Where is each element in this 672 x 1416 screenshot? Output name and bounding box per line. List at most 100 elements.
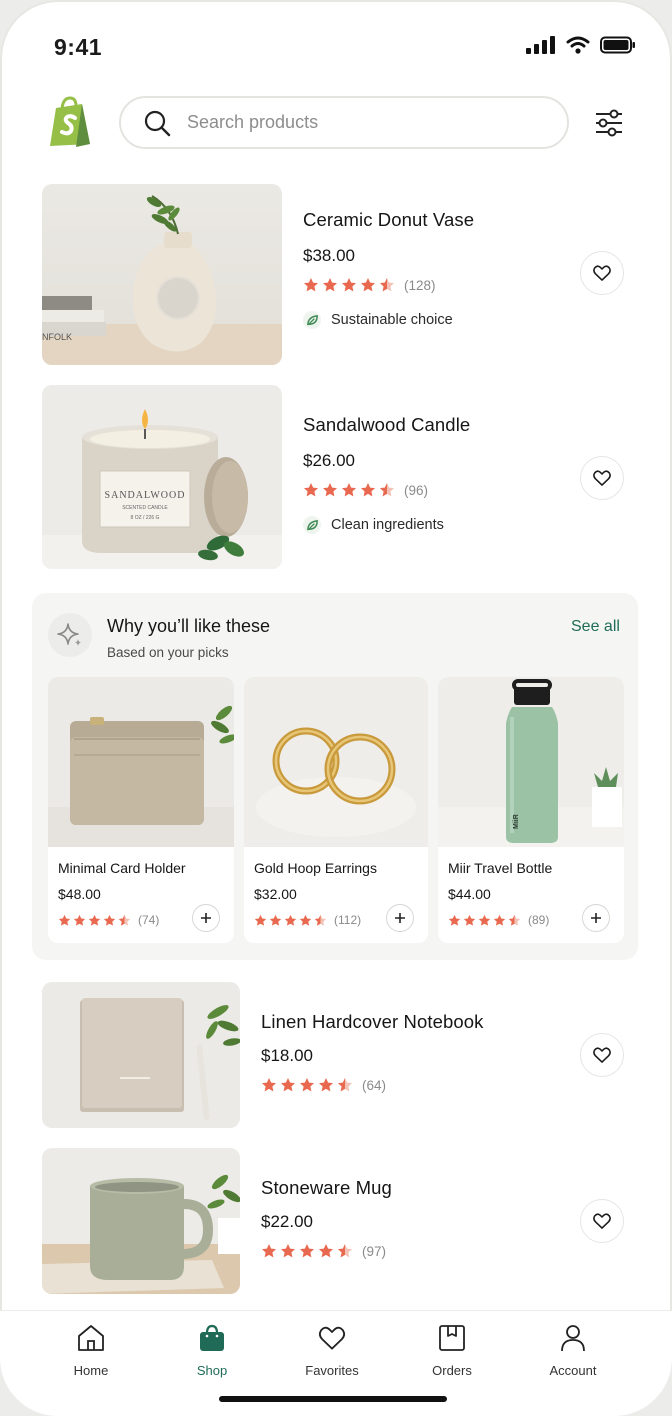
product-price: $22.00 [261, 1212, 313, 1231]
star-icon [262, 1078, 276, 1092]
star-icon [281, 1078, 295, 1092]
candle-label-title: SANDALWOOD [105, 490, 186, 501]
rating-count: (128) [404, 277, 436, 293]
recommendation-card[interactable]: MiiR Miir Travel Bottle $44.00 (89) [438, 677, 624, 943]
candle-label-size: 8 OZ / 226 G [131, 515, 160, 521]
nav-shop[interactable]: Shop [162, 1323, 262, 1378]
star-icon [319, 1244, 333, 1258]
star-icon [323, 278, 337, 292]
search-placeholder: Search products [187, 112, 319, 132]
store-logo-icon[interactable] [46, 94, 94, 148]
product-image-mug[interactable] [42, 1148, 240, 1294]
nav-label: Home [73, 1363, 109, 1378]
heart-icon [318, 1326, 346, 1350]
add-to-cart-button[interactable] [386, 904, 414, 932]
nav-label: Orders [432, 1363, 472, 1378]
star-icon [493, 914, 506, 926]
star-icon [284, 914, 297, 926]
nav-home[interactable]: Home [41, 1323, 141, 1378]
star-icon [269, 914, 282, 926]
sparkle-icon [48, 613, 92, 657]
recommendation-card[interactable]: Gold Hoop Earrings $32.00 (112) [244, 677, 428, 943]
half-star-icon [338, 1244, 352, 1258]
product-price: $26.00 [303, 451, 355, 470]
search-input[interactable]: Search products [119, 96, 569, 149]
box-icon [439, 1325, 465, 1351]
nav-label: Favorites [305, 1363, 359, 1378]
favorite-button[interactable] [580, 1033, 624, 1077]
leaf-icon [303, 311, 321, 329]
favorite-button[interactable] [580, 456, 624, 500]
product-price: $38.00 [303, 246, 355, 265]
nav-label: Shop [196, 1363, 228, 1378]
product-name[interactable]: Sandalwood Candle [303, 414, 470, 436]
rating-count: (64) [362, 1077, 387, 1093]
star-icon [254, 914, 267, 926]
rating-stars: (89) [448, 913, 549, 927]
phone-screen: 9:41 Search products NFOLK Ceramic Donut… [0, 0, 672, 1416]
signal-icon [526, 36, 555, 54]
product-price: $18.00 [261, 1046, 313, 1065]
rating-stars: (74) [58, 913, 159, 927]
recommendation-card[interactable]: Minimal Card Holder $48.00 (74) [48, 677, 234, 943]
star-icon [304, 483, 318, 497]
leaf-icon [303, 516, 321, 534]
star-icon [342, 278, 356, 292]
nav-orders[interactable]: Orders [402, 1323, 502, 1378]
rating-count: (74) [138, 913, 160, 927]
product-image-notebook[interactable] [42, 982, 240, 1128]
rating-count: (96) [404, 482, 429, 498]
rating-stars: (112) [254, 913, 361, 927]
half-star-icon [508, 914, 521, 926]
card-name: Minimal Card Holder [58, 860, 186, 876]
card-price: $48.00 [58, 886, 101, 902]
rating-count: (112) [334, 913, 362, 927]
bottle-image: MiiR [438, 677, 624, 847]
star-icon [323, 483, 337, 497]
product-image-vase[interactable]: NFOLK [42, 184, 282, 365]
product-name[interactable]: Stoneware Mug [261, 1177, 392, 1199]
product-name[interactable]: Linen Hardcover Notebook [261, 1011, 483, 1033]
half-star-icon [314, 914, 327, 926]
product-image-candle[interactable]: SANDALWOOD SCENTED CANDLE 8 OZ / 226 G [42, 385, 282, 569]
star-icon [319, 1078, 333, 1092]
star-icon [103, 914, 116, 926]
person-icon [561, 1325, 585, 1352]
rating-count: (89) [528, 913, 550, 927]
half-star-icon [338, 1078, 352, 1092]
nav-favorites[interactable]: Favorites [282, 1323, 382, 1378]
heart-icon [593, 265, 611, 281]
filter-icon[interactable] [592, 106, 626, 140]
card-holder-image [48, 677, 234, 847]
heart-icon [593, 470, 611, 486]
plus-icon [591, 913, 601, 923]
card-name: Miir Travel Bottle [448, 860, 553, 876]
rating-count: (97) [362, 1243, 387, 1259]
star-icon [304, 278, 318, 292]
tag-label: Sustainable choice [331, 312, 453, 328]
half-star-icon [380, 483, 394, 497]
status-time: 9:41 [54, 34, 103, 60]
wifi-icon [566, 36, 590, 54]
home-indicator[interactable] [219, 1396, 447, 1402]
add-to-cart-button[interactable] [582, 904, 610, 932]
search-icon [144, 110, 171, 136]
plus-icon [395, 913, 405, 923]
product-name[interactable]: Ceramic Donut Vase [303, 209, 474, 231]
star-icon [463, 914, 476, 926]
nav-account[interactable]: Account [523, 1323, 623, 1378]
status-icons [526, 36, 636, 54]
star-icon [281, 1244, 295, 1258]
star-icon [262, 1244, 276, 1258]
star-icon [342, 483, 356, 497]
favorite-button[interactable] [580, 1199, 624, 1243]
card-name: Gold Hoop Earrings [254, 860, 377, 876]
card-price: $32.00 [254, 886, 297, 902]
see-all-link[interactable]: See all [571, 618, 620, 636]
bottle-brand-text: MiiR [513, 814, 520, 829]
add-to-cart-button[interactable] [192, 904, 220, 932]
rating-stars: (128) [303, 277, 436, 293]
star-icon [73, 914, 86, 926]
favorite-button[interactable] [580, 251, 624, 295]
star-icon [361, 278, 375, 292]
